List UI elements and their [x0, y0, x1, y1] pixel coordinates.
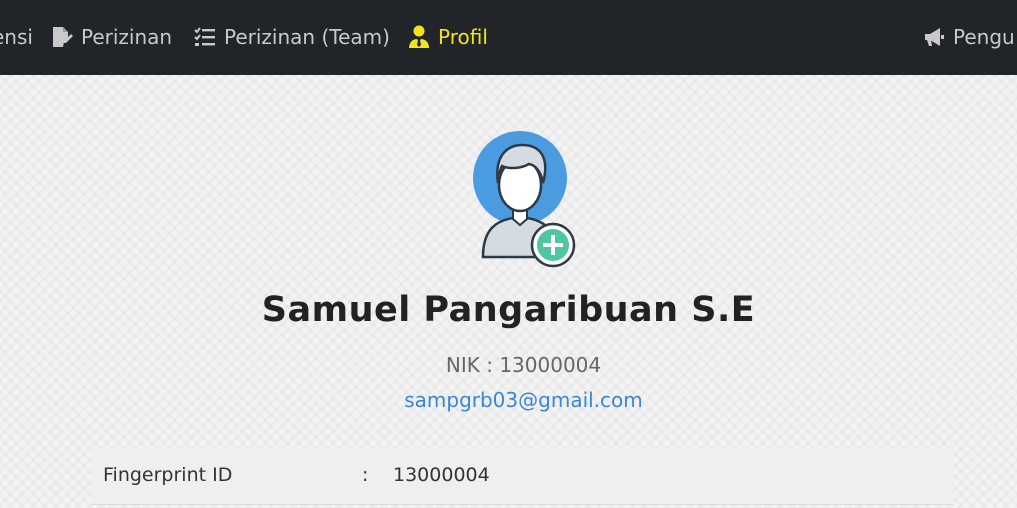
nik-separator: :: [486, 353, 493, 377]
table-row: Fingerprint ID : 13000004: [92, 448, 954, 505]
profile-email-link[interactable]: sampgrb03@gmail.com: [0, 388, 1017, 412]
nav-item-label: Profil: [438, 25, 488, 49]
nav-item-label: ensi: [0, 25, 33, 49]
profile-details-table: Fingerprint ID : 13000004: [92, 448, 954, 505]
nav-item-label: Pengu: [953, 25, 1015, 49]
nav-item-profil[interactable]: Profil: [407, 22, 488, 52]
nav-item-absensi[interactable]: ensi: [0, 22, 33, 52]
user-tie-icon: [407, 25, 431, 49]
user-add-icon: [473, 131, 576, 268]
nik-value: 13000004: [499, 353, 602, 377]
nik-label: NIK: [445, 353, 480, 377]
nav-item-perizinan-team[interactable]: Perizinan (Team): [193, 22, 390, 52]
profile-nik: NIK : 13000004: [0, 353, 1017, 377]
tasks-icon: [193, 25, 217, 49]
file-signature-icon: [50, 25, 74, 49]
nav-item-label: Perizinan (Team): [224, 25, 390, 49]
top-navbar: ensi Perizinan Perizinan (Team): [0, 0, 1017, 75]
profile-name: Samuel Pangaribuan S.E: [261, 290, 756, 330]
row-separator: :: [362, 464, 369, 486]
avatar[interactable]: [470, 129, 576, 269]
row-label: Fingerprint ID: [103, 464, 233, 486]
bullhorn-icon: [922, 25, 946, 49]
nav-item-label: Perizinan: [81, 25, 173, 49]
nav-item-pengumuman[interactable]: Pengu: [922, 22, 1015, 52]
nav-item-perizinan[interactable]: Perizinan: [50, 22, 172, 52]
row-value: 13000004: [393, 464, 490, 486]
